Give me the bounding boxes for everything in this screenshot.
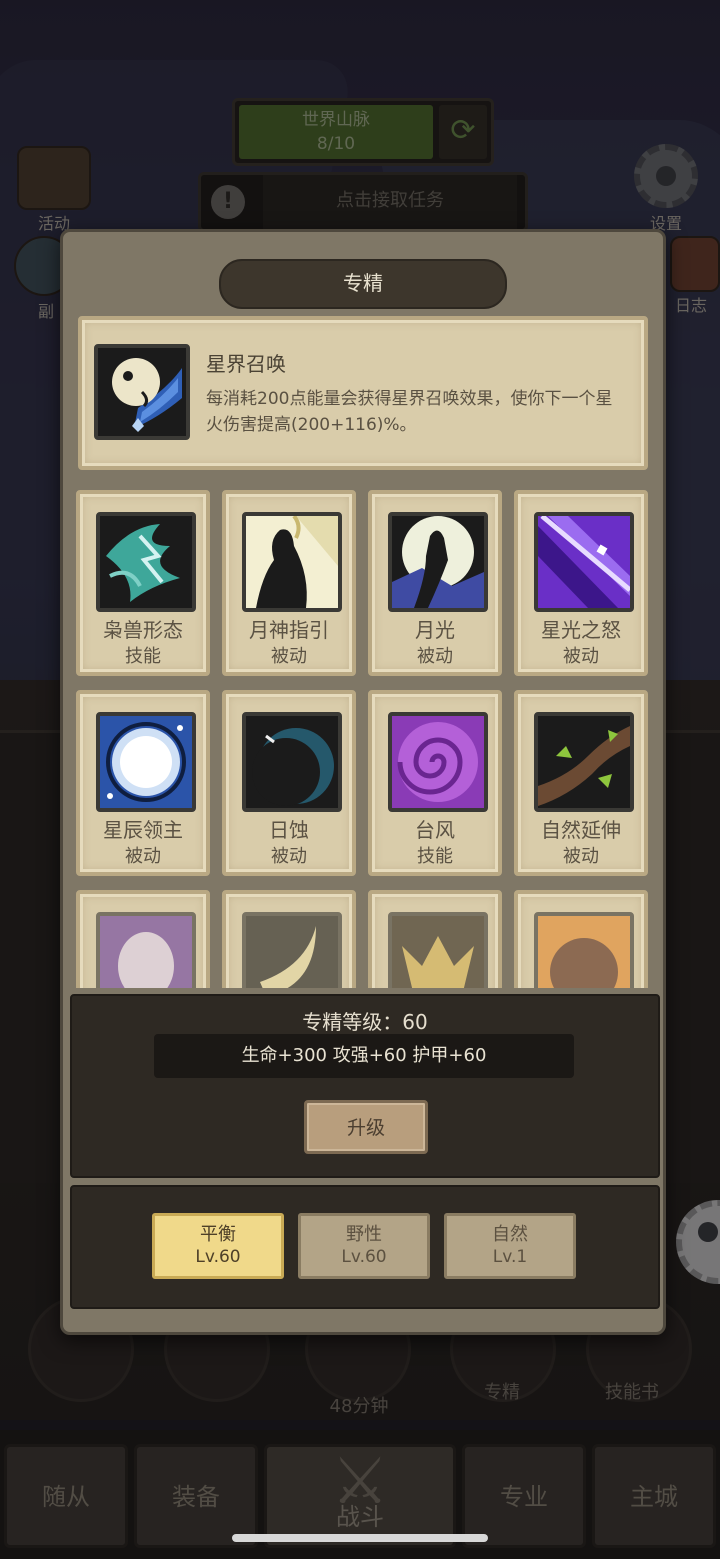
skill-type: 技能: [125, 646, 161, 667]
nature-extension-icon: [534, 712, 634, 812]
upgrade-button[interactable]: 升级: [304, 1100, 428, 1154]
skill-name: 台风: [415, 818, 455, 842]
skill-name: 星辰领主: [103, 818, 183, 842]
star-lord-icon: [96, 712, 196, 812]
typhoon-icon: [388, 712, 488, 812]
skill-moon-goddess-guidance[interactable]: 月神指引 被动: [222, 490, 356, 676]
spec-level: Lv.60: [341, 1247, 387, 1267]
astral-summon-icon: [94, 344, 190, 440]
sun-orb-icon: [534, 912, 634, 988]
skill-nature-extension[interactable]: 自然延伸 被动: [514, 690, 648, 876]
spec-tab-nature[interactable]: 自然 Lv.1: [444, 1213, 576, 1279]
home-indicator[interactable]: [232, 1534, 488, 1542]
skill-name: 月神指引: [249, 618, 329, 642]
owlkin-form-icon: [96, 512, 196, 612]
skill-name: 枭兽形态: [103, 618, 183, 642]
skill-moonlight[interactable]: 月光 被动: [368, 490, 502, 676]
spec-name: 平衡: [200, 1224, 236, 1245]
skill-owlkin-form[interactable]: 枭兽形态 技能: [76, 490, 210, 676]
specialization-level-panel: 专精等级：60 生命+300 攻强+60 护甲+60 升级: [70, 994, 660, 1178]
skill-slot-9[interactable]: [76, 890, 210, 988]
skill-name: 日蚀: [269, 818, 309, 842]
starlight-wrath-icon: [534, 512, 634, 612]
skill-grid: 枭兽形态 技能 月神指引 被动 月光 被动 星光之怒 被动 星辰领主 被动 日蚀…: [76, 488, 652, 988]
selected-skill-name: 星界召唤: [206, 352, 286, 376]
skill-starlight-wrath[interactable]: 星光之怒 被动: [514, 490, 648, 676]
skill-name: 月光: [415, 618, 455, 642]
skill-type: 被动: [417, 646, 453, 667]
skill-type: 被动: [563, 846, 599, 867]
mask-icon: [96, 912, 196, 988]
spec-tab-balance[interactable]: 平衡 Lv.60: [152, 1213, 284, 1279]
skill-slot-10[interactable]: [222, 890, 356, 988]
selected-skill-description: 每消耗200点能量会获得星界召唤效果，使你下一个星火伤害提高(200+116)%…: [206, 389, 613, 435]
skill-type: 技能: [417, 846, 453, 867]
spec-tab-feral[interactable]: 野性 Lv.60: [298, 1213, 430, 1279]
spec-level: Lv.1: [492, 1247, 528, 1267]
specialization-level: 专精等级：60: [302, 1010, 428, 1034]
moon-goddess-guidance-icon: [242, 512, 342, 612]
skill-eclipse[interactable]: 日蚀 被动: [222, 690, 356, 876]
flame-beast-icon: [388, 912, 488, 988]
skill-name: 星光之怒: [541, 618, 621, 642]
skill-slot-11[interactable]: [368, 890, 502, 988]
specialization-dialog: 专精 星界召唤 每消耗200点能量会获得星界召唤效果，使你下一个星火伤害提高(2…: [60, 229, 666, 1335]
skill-type: 被动: [563, 646, 599, 667]
eclipse-icon: [242, 712, 342, 812]
stat-bonus-bar: 生命+300 攻强+60 护甲+60: [154, 1034, 574, 1078]
skill-type: 被动: [125, 846, 161, 867]
crescent-blade-icon: [242, 912, 342, 988]
skill-star-lord[interactable]: 星辰领主 被动: [76, 690, 210, 876]
spec-name: 野性: [346, 1224, 382, 1245]
dialog-title: 专精: [219, 259, 507, 309]
specialization-tabs: 平衡 Lv.60 野性 Lv.60 自然 Lv.1: [70, 1185, 660, 1309]
skill-slot-12[interactable]: [514, 890, 648, 988]
spec-name: 自然: [492, 1224, 528, 1245]
spec-level: Lv.60: [195, 1247, 241, 1267]
skill-type: 被动: [271, 846, 307, 867]
moonlight-icon: [388, 512, 488, 612]
skill-type: 被动: [271, 646, 307, 667]
skill-name: 自然延伸: [541, 818, 621, 842]
skill-typhoon[interactable]: 台风 技能: [368, 690, 502, 876]
selected-skill-card: 星界召唤 每消耗200点能量会获得星界召唤效果，使你下一个星火伤害提高(200+…: [78, 316, 648, 470]
